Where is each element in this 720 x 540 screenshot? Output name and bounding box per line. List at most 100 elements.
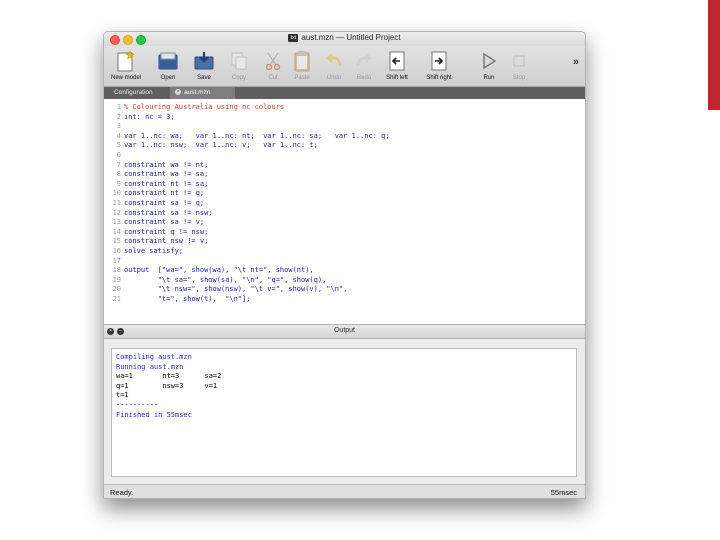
code-text: output ["wa=", show(wa), "\t nt=", show(…: [124, 266, 314, 275]
line-number: 17: [112, 256, 121, 265]
status-message: Ready.: [110, 488, 134, 497]
code-line: 19 "\t sa=", show(sa), "\n", "q=", show(…: [104, 276, 585, 285]
line-number: 6: [116, 151, 121, 159]
code-line: 11 constraint sa != q;: [104, 199, 585, 208]
line-number: 8: [116, 170, 121, 179]
new-model-button[interactable]: New model: [109, 49, 143, 81]
redo-button[interactable]: Redo: [347, 49, 381, 81]
code-line: 8 constraint wa != sa;: [104, 170, 585, 179]
line-number: 12: [112, 208, 121, 217]
document-icon: txt: [288, 33, 299, 42]
shift-right-button[interactable]: Shift right: [422, 49, 456, 81]
code-text: "\t nsw=", show(nsw), "\t v=", show(v), …: [124, 285, 348, 294]
save-icon: [187, 49, 221, 72]
undo-button[interactable]: Undo: [317, 49, 351, 81]
code-text: constraint wa != sa;: [124, 170, 209, 179]
output-line: Compiling aust.mzn: [116, 353, 192, 361]
tab-aust-mzn[interactable]: × aust.mzn: [170, 87, 235, 99]
toolbar-button-label: Stop: [512, 75, 526, 81]
code-line: 13 constraint sa != v;: [104, 218, 585, 227]
code-line: 20 "\t nsw=", show(nsw), "\t v=", show(v…: [104, 285, 585, 294]
code-editor[interactable]: 1% Colouring Australia using nc colours 2…: [104, 99, 585, 325]
shift-left-button[interactable]: Shift left: [380, 49, 414, 81]
line-number: 20: [112, 285, 121, 294]
line-number: 9: [116, 179, 121, 188]
code-text: int: nc = 3;: [124, 112, 175, 121]
toolbar-overflow-button[interactable]: »: [573, 56, 579, 68]
line-number: 21: [112, 295, 121, 303]
output-header: × − Output: [104, 325, 585, 339]
code-text: constraint sa != q;: [124, 199, 205, 207]
code-text: constraint q != nsw;: [124, 227, 209, 236]
copy-icon: [222, 49, 256, 72]
line-number: 15: [112, 237, 121, 246]
toolbar-button-label: Save: [197, 75, 211, 81]
code-line: 5 var 1..nc: nsw; var 1..nc: v; var 1..nc…: [104, 141, 585, 150]
open-icon: [151, 49, 185, 72]
code-text: constraint sa != nsw;: [124, 208, 213, 217]
line-number: 10: [112, 189, 121, 198]
output-line: ----------: [116, 401, 159, 409]
save-button[interactable]: Save: [187, 49, 221, 81]
code-text: constraint nt != sa;: [124, 179, 209, 188]
tab-configuration[interactable]: Configuration: [108, 87, 172, 99]
output-line: q=1 nsw=3 v=1: [116, 381, 218, 390]
copy-button[interactable]: Copy: [222, 49, 256, 81]
code-line: 15 constraint nsw != v;: [104, 237, 585, 246]
line-number: 13: [112, 218, 121, 227]
tab-label: aust.mzn: [184, 89, 211, 96]
toolbar-button-label: Open: [160, 75, 176, 81]
shift-right-icon: [422, 49, 456, 72]
code-line: 10 constraint nt != q;: [104, 189, 585, 198]
toolbar-button-label: Shift right: [426, 75, 452, 81]
window-title-text: aust.mzn — Untitled Project: [301, 33, 401, 42]
line-number: 19: [112, 275, 121, 284]
toolbar-button-label: Copy: [231, 75, 246, 81]
redo-icon: [347, 49, 381, 72]
open-button[interactable]: Open: [151, 49, 185, 81]
tab-close-icon[interactable]: ×: [175, 89, 181, 96]
window-title: txt aust.mzn — Untitled Project: [104, 33, 585, 42]
code-line: 2 int: nc = 3;: [104, 113, 585, 122]
code-text: constraint nsw != v;: [124, 237, 209, 246]
accent-bar: [708, 0, 720, 110]
output-line: Finished in 55msec: [116, 410, 192, 419]
tab-label: Configuration: [114, 89, 153, 96]
code-line: 12 constraint sa != nsw;: [104, 209, 585, 218]
toolbar-button-label: Shift left: [386, 75, 408, 81]
code-text: constraint nt != q;: [124, 189, 205, 198]
code-line: 18 output ["wa=", show(wa), "\t nt=", sho…: [104, 266, 585, 275]
toolbar-button-label: Run: [483, 75, 495, 81]
code-text: var 1..nc: nsw; var 1..nc: v; var 1..nc:…: [124, 141, 318, 150]
code-line: 14 constraint q != nsw;: [104, 228, 585, 237]
output-line: t=1: [116, 391, 129, 400]
title-bar: txt aust.mzn — Untitled Project: [104, 32, 585, 46]
paste-button[interactable]: Paste: [285, 49, 319, 81]
toolbar-button-label: Undo: [326, 75, 342, 81]
code-text: constraint wa != nt;: [124, 160, 209, 169]
output-line: Running aust.mzn: [116, 362, 184, 371]
code-text: constraint sa != v;: [124, 218, 205, 227]
line-number: 16: [112, 247, 121, 255]
stop-icon: [502, 49, 536, 72]
code-text: % Colouring Australia using nc colours: [124, 103, 285, 111]
code-text: var 1..nc: wa; var 1..nc: nt; var 1..nc:…: [124, 131, 390, 140]
output-console[interactable]: Compiling aust.mzn Running aust.mzn wa=1 n…: [111, 348, 577, 477]
code-line: 16 solve satisfy;: [104, 247, 585, 256]
run-icon: [472, 49, 506, 72]
code-text: solve satisfy;: [124, 247, 184, 255]
app-window: txt aust.mzn — Untitled Project » New mod…: [103, 31, 586, 499]
line-number: 5: [116, 141, 121, 150]
undo-icon: [317, 49, 351, 72]
output-panel: × − Output Compiling aust.mzn Running aus…: [104, 325, 585, 485]
run-button[interactable]: Run: [472, 49, 506, 81]
code-line: 7 constraint wa != nt;: [104, 161, 585, 170]
code-line: 9 constraint nt != sa;: [104, 180, 585, 189]
paste-icon: [285, 49, 319, 72]
stop-button[interactable]: Stop: [502, 49, 536, 81]
code-line: 3: [104, 122, 585, 131]
code-line: 21 "t=", show(t), "\n"];: [104, 295, 585, 304]
line-number: 2: [116, 112, 121, 121]
shift-left-icon: [380, 49, 414, 72]
code-line: 6: [104, 151, 585, 160]
